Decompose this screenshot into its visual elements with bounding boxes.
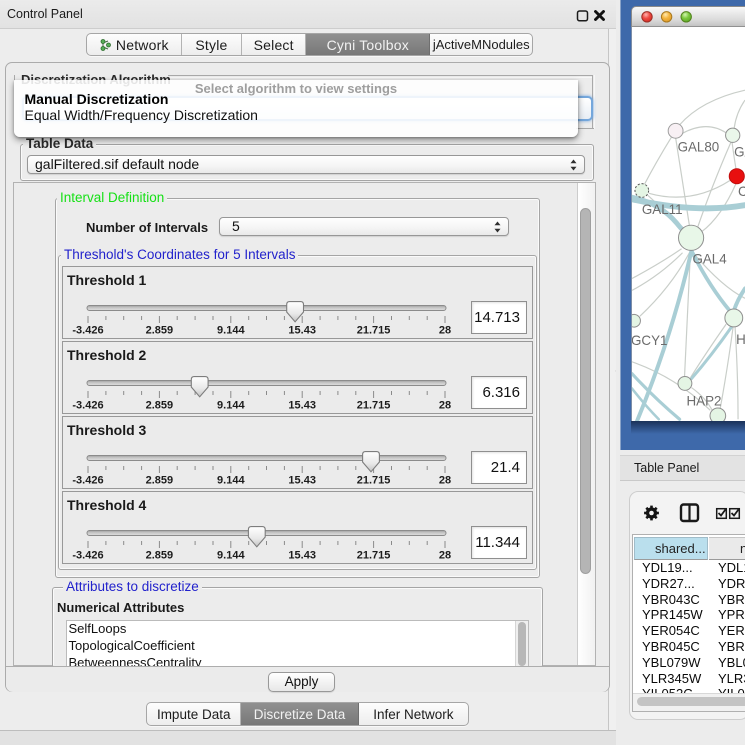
- svg-text:HAP2: HAP2: [687, 393, 722, 408]
- svg-text:H: H: [736, 332, 745, 347]
- svg-text:9.144: 9.144: [217, 550, 245, 562]
- svg-text:21.715: 21.715: [357, 475, 391, 487]
- svg-text:15.43: 15.43: [288, 325, 316, 337]
- svg-text:2.859: 2.859: [146, 475, 174, 487]
- svg-text:15.43: 15.43: [288, 550, 316, 562]
- svg-text:21.715: 21.715: [357, 400, 391, 412]
- svg-text:-3.426: -3.426: [72, 400, 103, 412]
- svg-text:28: 28: [439, 400, 451, 412]
- svg-text:-3.426: -3.426: [72, 475, 103, 487]
- svg-text:2.859: 2.859: [146, 400, 174, 412]
- svg-text:28: 28: [439, 550, 451, 562]
- svg-text:GAL80: GAL80: [678, 140, 720, 155]
- svg-text:28: 28: [439, 475, 451, 487]
- svg-text:9.144: 9.144: [217, 325, 245, 337]
- svg-text:-3.426: -3.426: [72, 325, 103, 337]
- svg-text:C: C: [738, 184, 745, 199]
- svg-text:21.715: 21.715: [357, 325, 391, 337]
- svg-text:15.43: 15.43: [288, 475, 316, 487]
- svg-text:9.144: 9.144: [217, 475, 245, 487]
- svg-text:15.43: 15.43: [288, 400, 316, 412]
- svg-text:GCY1: GCY1: [631, 333, 667, 348]
- svg-text:9.144: 9.144: [217, 400, 245, 412]
- svg-text:2.859: 2.859: [146, 550, 174, 562]
- svg-text:28: 28: [439, 325, 451, 337]
- svg-text:GA: GA: [734, 145, 745, 160]
- svg-text:2.859: 2.859: [146, 325, 174, 337]
- svg-text:-3.426: -3.426: [72, 550, 103, 562]
- svg-text:GAL11: GAL11: [642, 202, 683, 217]
- svg-text:21.715: 21.715: [357, 550, 391, 562]
- svg-text:GAL4: GAL4: [692, 252, 727, 267]
